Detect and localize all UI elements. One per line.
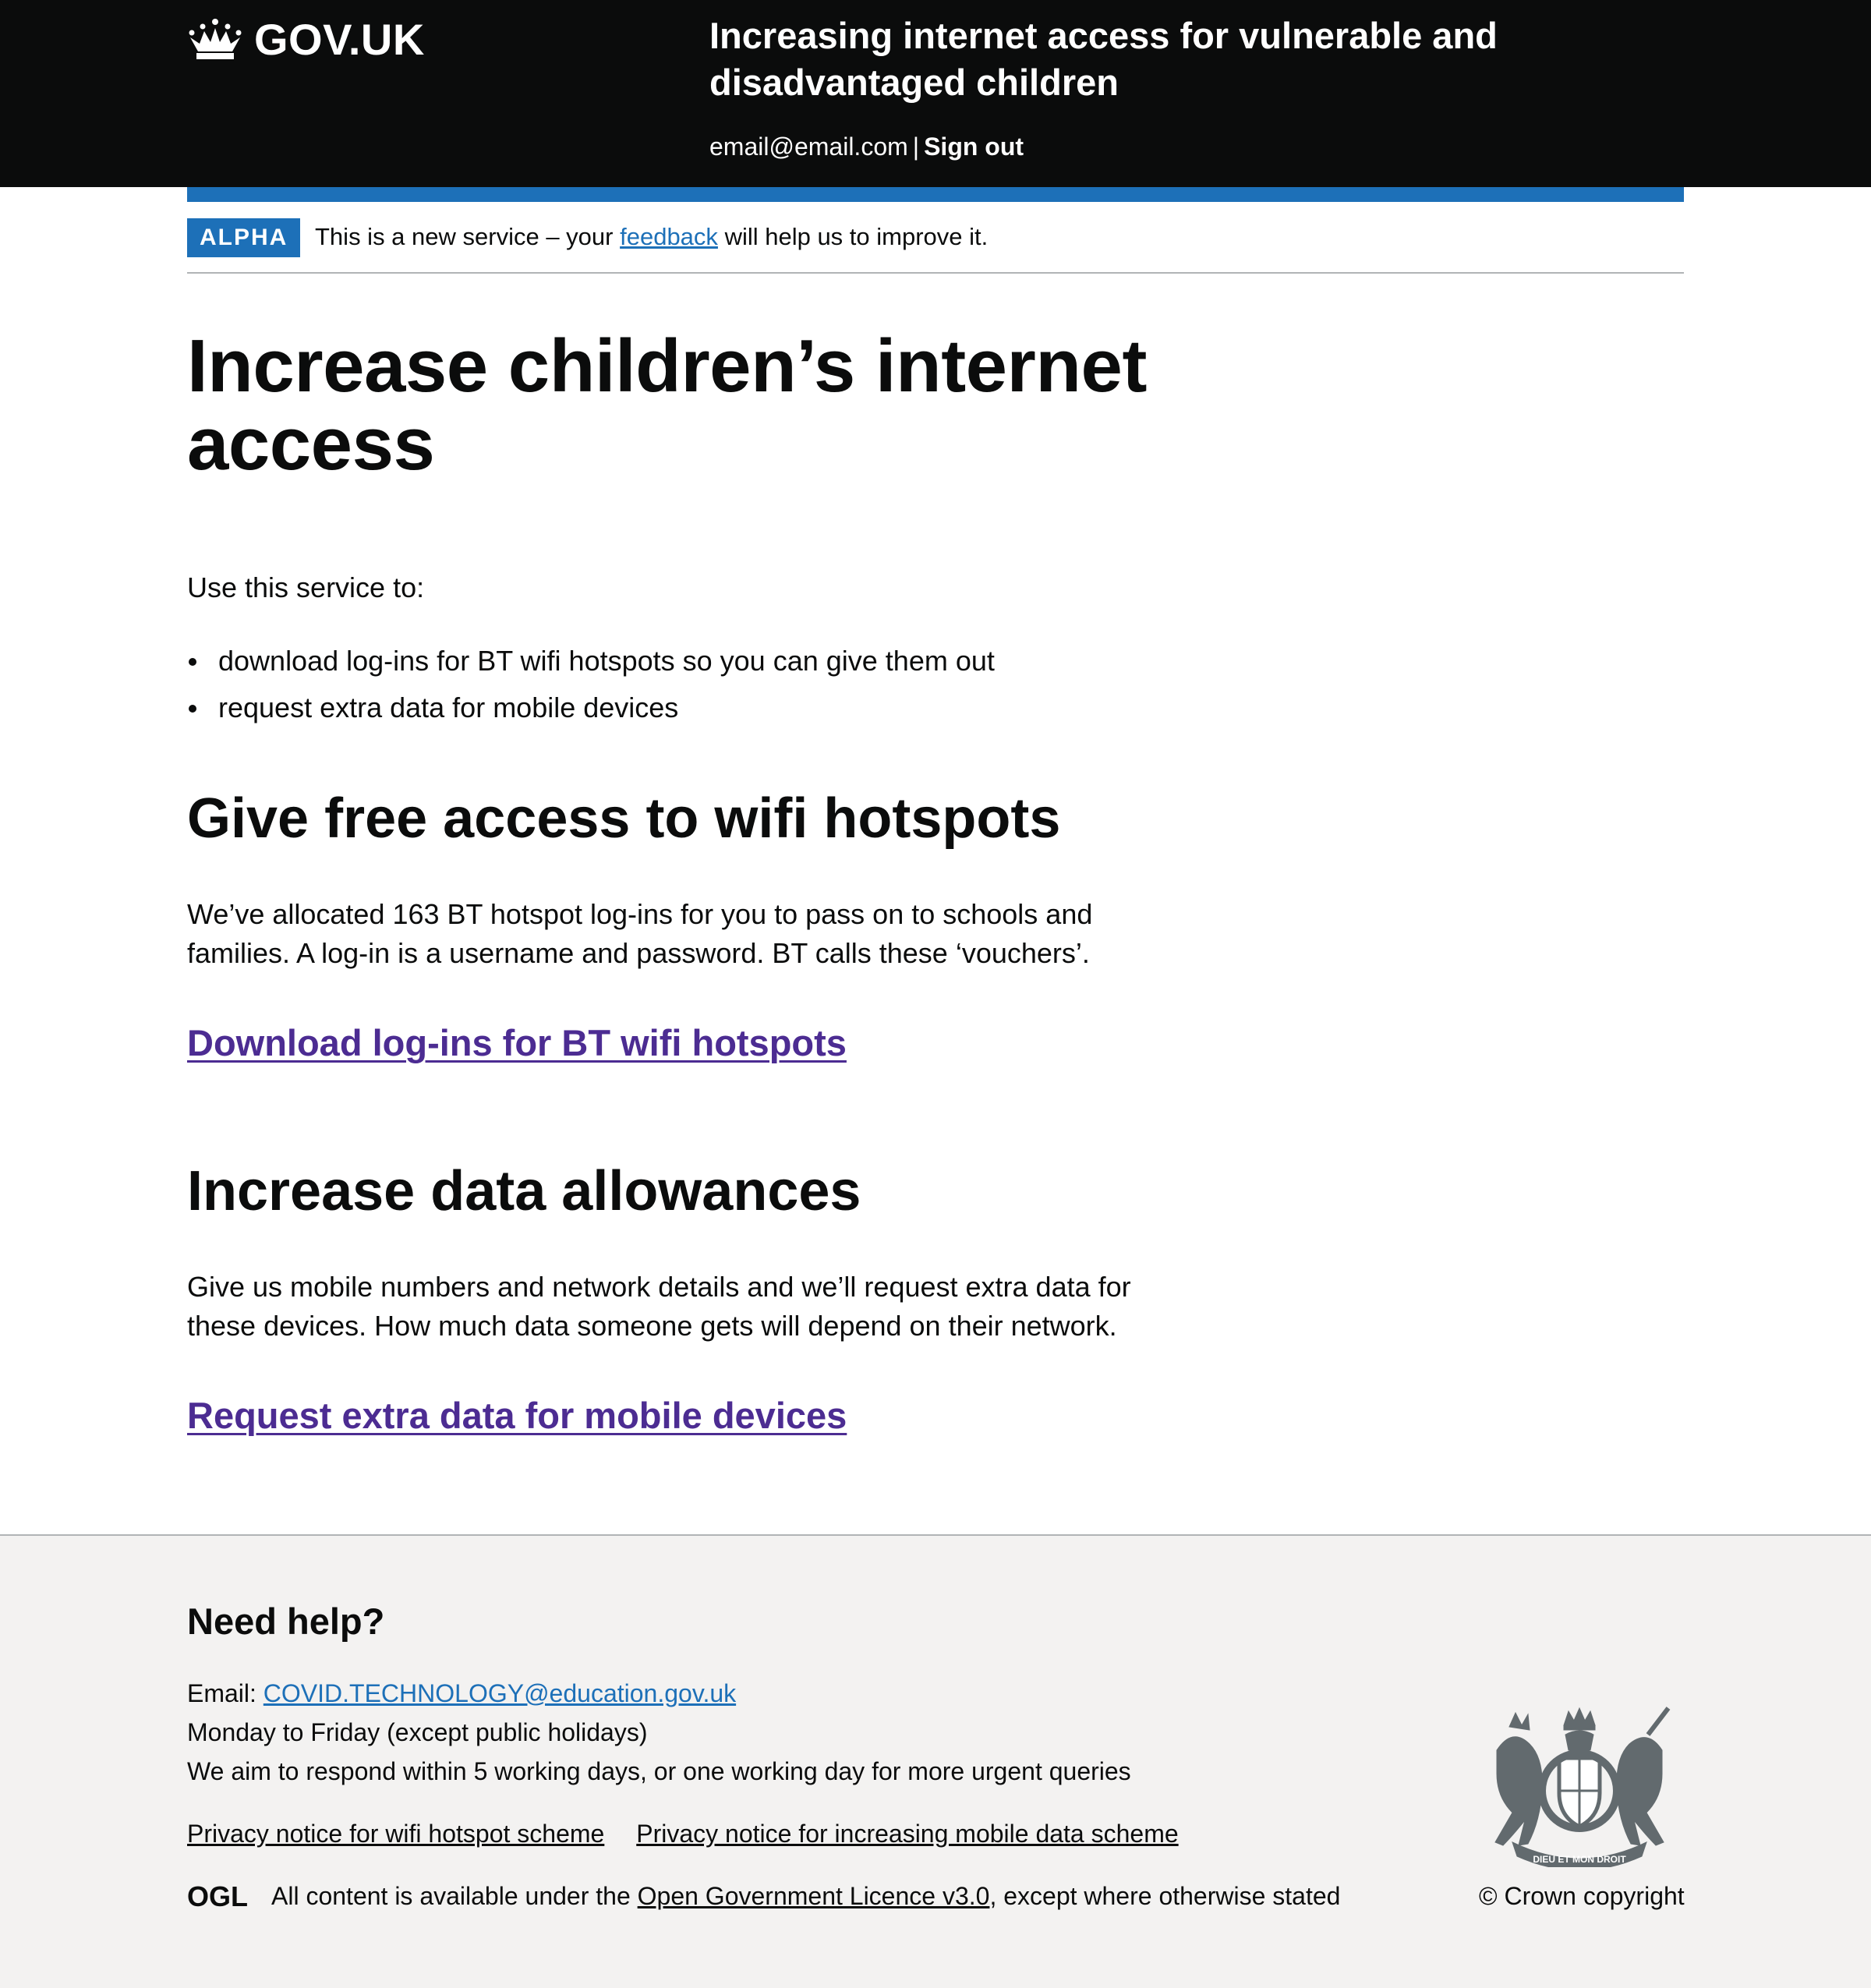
- phase-text: This is a new service – your feedback wi…: [315, 220, 988, 254]
- licence-text: All content is available under the Open …: [271, 1877, 1340, 1915]
- account-bar: email@email.com | Sign out: [709, 131, 1024, 162]
- privacy-wifi-link[interactable]: Privacy notice for wifi hotspot scheme: [187, 1820, 604, 1848]
- separator: |: [912, 133, 920, 161]
- ogl-licence-link[interactable]: Open Government Licence v3.0: [638, 1882, 990, 1910]
- sign-out-link[interactable]: Sign out: [924, 133, 1024, 161]
- licence-line: OGL All content is available under the O…: [187, 1877, 1340, 1915]
- ogl-logo-text: OGL: [187, 1883, 248, 1909]
- wifi-heading: Give free access to wifi hotspots: [187, 787, 1061, 850]
- response-time: We aim to respond within 5 working days,…: [187, 1757, 1131, 1785]
- page-title: Increase children’s internet access: [187, 324, 1147, 486]
- service-list: download log-ins for BT wifi hotspots so…: [187, 638, 995, 731]
- download-logins-link[interactable]: Download log-ins for BT wifi hotspots: [187, 1020, 847, 1067]
- help-info: Email: COVID.TECHNOLOGY@education.gov.uk…: [187, 1674, 1131, 1791]
- header-blue-bar: [187, 187, 1684, 202]
- main-content: Increase children’s internet access Use …: [187, 324, 1201, 1437]
- govuk-logo-link[interactable]: GOV.UK: [187, 14, 425, 64]
- service-name[interactable]: Increasing internet access for vulnerabl…: [709, 12, 1567, 106]
- email-line: Email: COVID.TECHNOLOGY@education.gov.uk: [187, 1674, 1131, 1713]
- lead-text: Use this service to:: [187, 571, 425, 603]
- privacy-links: Privacy notice for wifi hotspot scheme P…: [187, 1814, 1204, 1853]
- opening-hours: Monday to Friday (except public holidays…: [187, 1718, 648, 1746]
- footer: Need help? Email: COVID.TECHNOLOGY@educa…: [0, 1534, 1871, 1988]
- royal-coat-of-arms-icon: DIEU ET MON DROIT: [1494, 1707, 1671, 1867]
- need-help-heading: Need help?: [187, 1601, 385, 1642]
- email-label: Email:: [187, 1679, 256, 1707]
- user-email: email@email.com: [709, 133, 908, 161]
- list-item: request extra data for mobile devices: [187, 684, 995, 731]
- list-item: download log-ins for BT wifi hotspots so…: [187, 638, 995, 684]
- page: GOV.UK Increasing internet access for vu…: [0, 0, 1871, 1988]
- support-email-link[interactable]: COVID.TECHNOLOGY@education.gov.uk: [263, 1679, 736, 1707]
- data-description: Give us mobile numbers and network detai…: [187, 1271, 1131, 1342]
- feedback-link[interactable]: feedback: [620, 223, 718, 250]
- phase-text-before: This is a new service – your: [315, 223, 614, 250]
- ogl-logo-icon: OGL: [187, 1883, 248, 1909]
- licence-after: , except where otherwise stated: [989, 1882, 1341, 1910]
- privacy-mobile-data-link[interactable]: Privacy notice for increasing mobile dat…: [636, 1820, 1178, 1848]
- logo-text: GOV.UK: [254, 14, 425, 64]
- licence-before: All content is available under the: [271, 1882, 631, 1910]
- crown-copyright-link[interactable]: © Crown copyright: [1479, 1877, 1685, 1915]
- phase-tag: ALPHA: [187, 218, 301, 257]
- phase-banner: ALPHA This is a new service – your feedb…: [187, 202, 1684, 274]
- wifi-description: We’ve allocated 163 BT hotspot log-ins f…: [187, 898, 1093, 969]
- header: GOV.UK Increasing internet access for vu…: [0, 0, 1871, 187]
- phase-text-after: will help us to improve it.: [724, 223, 989, 250]
- request-data-link[interactable]: Request extra data for mobile devices: [187, 1392, 847, 1439]
- crown-icon: [189, 19, 242, 59]
- data-heading: Increase data allowances: [187, 1160, 861, 1222]
- crest-motto: DIEU ET MON DROIT: [1533, 1854, 1626, 1865]
